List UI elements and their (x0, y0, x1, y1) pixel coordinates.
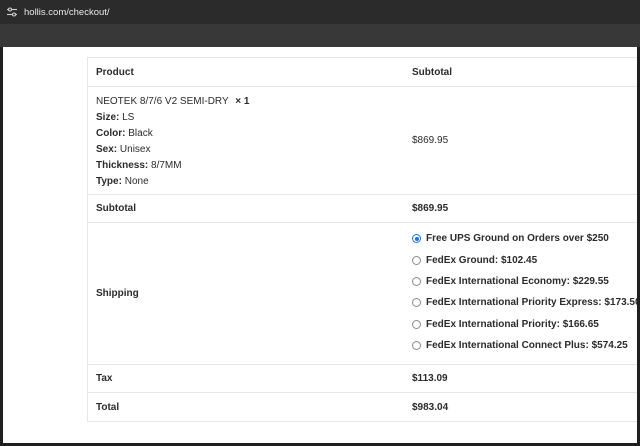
item-attribute: Size: LS (96, 110, 404, 126)
item-name: NEOTEK 8/7/6 V2 SEMI-DRY (96, 96, 229, 107)
shipping-row: Shipping Free UPS Ground on Orders over … (88, 222, 637, 364)
checkout-page: Product Subtotal NEOTEK 8/7/6 V2 SEMI-DR… (3, 47, 637, 443)
shipping-option[interactable]: Free UPS Ground on Orders over $250 (412, 228, 637, 249)
attribute-label: Type: (96, 176, 122, 187)
shipping-options: Free UPS Ground on Orders over $250 FedE… (404, 223, 637, 364)
cart-item-row: NEOTEK 8/7/6 V2 SEMI-DRY × 1 Size: LS Co… (88, 86, 637, 194)
subtotal-header: Subtotal (412, 66, 452, 78)
shipping-option[interactable]: FedEx International Connect Plus: $574.2… (412, 335, 637, 356)
shipping-option-label[interactable]: FedEx Ground: $102.45 (426, 255, 537, 266)
attribute-label: Color: (96, 128, 126, 139)
radio-button[interactable] (412, 234, 421, 244)
attribute-value: Unisex (119, 144, 151, 155)
item-price: $869.95 (412, 135, 449, 146)
total-label: Total (96, 401, 120, 413)
attribute-value: None (124, 176, 149, 187)
address-bar[interactable]: hollis.com/checkout/ (0, 0, 640, 24)
shipping-option-label[interactable]: Free UPS Ground on Orders over $250 (426, 233, 609, 244)
tax-label: Tax (96, 373, 113, 384)
shipping-option[interactable]: FedEx International Priority Express: $1… (412, 292, 637, 313)
attribute-label: Size: (96, 112, 120, 123)
shipping-option[interactable]: FedEx Ground: $102.45 (412, 249, 637, 270)
subtotal-row: Subtotal $869.95 (88, 194, 637, 222)
subtotal-label: Subtotal (96, 203, 136, 214)
order-review-table: Product Subtotal NEOTEK 8/7/6 V2 SEMI-DR… (87, 57, 637, 422)
site-settings-icon[interactable] (6, 6, 18, 18)
total-row: Total $983.04 (88, 392, 637, 421)
url-text[interactable]: hollis.com/checkout/ (24, 7, 110, 18)
radio-button[interactable] (412, 319, 421, 329)
radio-button[interactable] (412, 341, 421, 351)
item-attribute: Type: None (96, 174, 404, 190)
table-header-row: Product Subtotal (88, 58, 637, 86)
shipping-option-label[interactable]: FedEx International Priority Express: $1… (426, 297, 637, 308)
attribute-value: 8/7MM (151, 160, 182, 171)
subtotal-value: $869.95 (412, 203, 449, 214)
tax-value: $113.09 (412, 373, 448, 384)
shipping-option[interactable]: FedEx International Priority: $166.65 (412, 314, 637, 335)
total-value: $983.04 (412, 401, 449, 413)
attribute-value: LS (122, 112, 135, 123)
shipping-option-label[interactable]: FedEx International Economy: $229.55 (426, 276, 609, 287)
tax-row: Tax $113.09 (88, 364, 637, 392)
item-attribute: Thickness: 8/7MM (96, 158, 404, 174)
attribute-label: Sex: (96, 144, 118, 155)
item-attribute: Sex: Unisex (96, 142, 404, 158)
shipping-label: Shipping (96, 288, 139, 299)
shipping-option-label[interactable]: FedEx International Priority: $166.65 (426, 319, 599, 330)
shipping-option-label[interactable]: FedEx International Connect Plus: $574.2… (426, 340, 628, 351)
radio-button[interactable] (412, 298, 421, 308)
radio-button[interactable] (412, 255, 421, 265)
item-attribute: Color: Black (96, 126, 404, 142)
item-title: NEOTEK 8/7/6 V2 SEMI-DRY × 1 (96, 94, 404, 110)
site-header-band (0, 24, 640, 47)
attribute-value: Black (128, 128, 153, 139)
item-quantity: × 1 (235, 96, 250, 107)
product-header: Product (96, 66, 134, 78)
shipping-option[interactable]: FedEx International Economy: $229.55 (412, 271, 637, 292)
attribute-label: Thickness: (96, 160, 149, 171)
radio-button[interactable] (412, 276, 421, 286)
